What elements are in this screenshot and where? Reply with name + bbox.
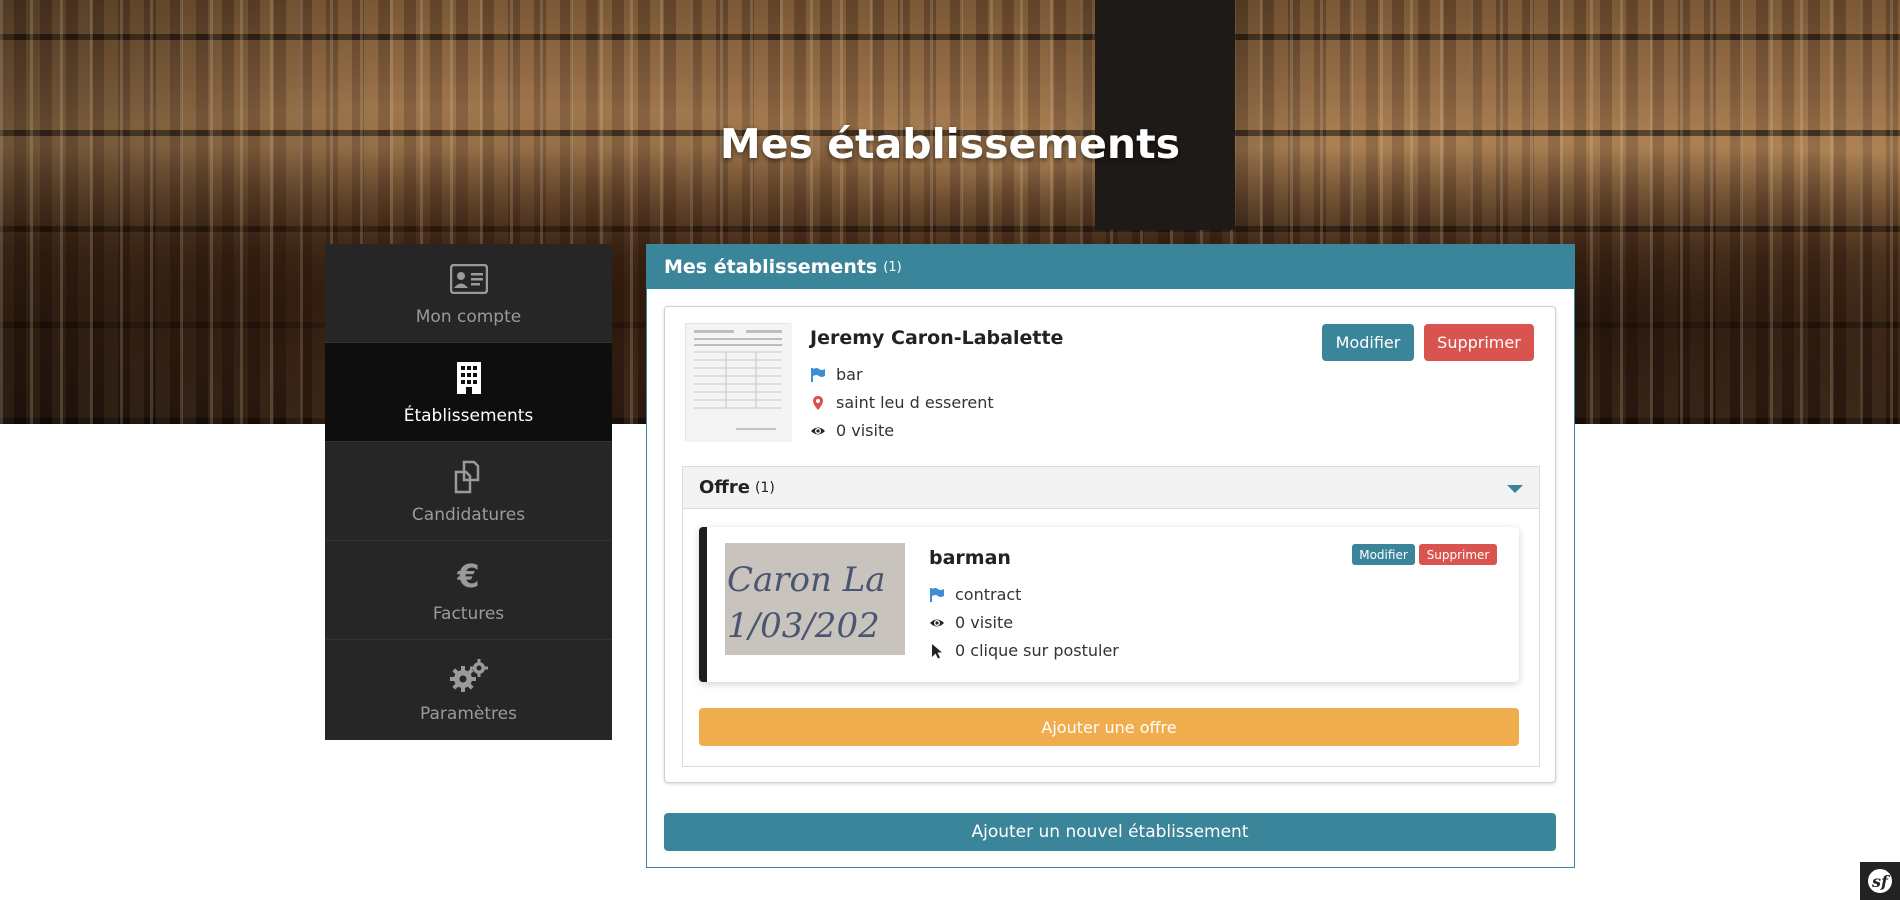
- symfony-debug-icon[interactable]: sf: [1860, 862, 1900, 900]
- delete-establishment-button[interactable]: Supprimer: [1424, 324, 1534, 361]
- establishment-name: Jeremy Caron-Labalette: [810, 327, 1064, 349]
- panel-count: (1): [883, 259, 902, 275]
- eye-icon: [930, 619, 944, 626]
- copy-icon: [452, 457, 486, 497]
- hero-chalkboard: [1095, 0, 1235, 230]
- offer-thumbnail: Caron La 1/03/202: [725, 543, 905, 655]
- flag-icon: [930, 587, 944, 602]
- caret-down-icon[interactable]: [1507, 485, 1523, 493]
- sidebar-item-label: Établissements: [403, 406, 534, 426]
- sidebar-item-mon-compte[interactable]: Mon compte: [325, 244, 612, 343]
- sidebar-item-factures[interactable]: € Factures: [325, 541, 612, 640]
- edit-offer-button[interactable]: Modifier: [1352, 544, 1415, 565]
- offer-thumbnail-text-1: Caron La: [727, 560, 886, 600]
- delete-offer-button[interactable]: Supprimer: [1419, 544, 1497, 565]
- add-establishment-button[interactable]: Ajouter un nouvel établissement: [664, 813, 1556, 851]
- establishment-type: bar: [836, 365, 863, 384]
- establishment-city: saint leu d esserent: [836, 393, 994, 412]
- add-offer-button[interactable]: Ajouter une offre: [699, 708, 1519, 746]
- flag-icon: [811, 367, 825, 382]
- establishment-thumbnail: [685, 323, 792, 442]
- sidebar-item-label: Paramètres: [420, 703, 517, 724]
- edit-establishment-button[interactable]: Modifier: [1322, 324, 1414, 361]
- euro-icon: €: [457, 557, 480, 595]
- offers-accordion-header[interactable]: Offre (1): [683, 467, 1539, 509]
- establishment-type-row: bar: [810, 365, 863, 384]
- establishments-panel: Mes établissements (1) Jeremy Caron-Laba…: [646, 244, 1575, 868]
- offer-clicks-row: 0 clique sur postuler: [929, 641, 1119, 660]
- sidebar-item-label: Candidatures: [411, 505, 526, 525]
- page-title: Mes établissements: [719, 120, 1181, 168]
- offers-title: Offre: [699, 477, 750, 498]
- panel-header: Mes établissements (1): [647, 245, 1574, 289]
- gears-icon: [449, 656, 488, 696]
- establishment-city-row: saint leu d esserent: [810, 393, 994, 412]
- offer-thumbnail-text-2: 1/03/202: [727, 606, 880, 646]
- establishment-card: Jeremy Caron-Labalette bar saint leu d e…: [664, 306, 1556, 783]
- establishment-visits-row: 0 visite: [810, 421, 894, 440]
- sidebar-item-candidatures[interactable]: Candidatures: [325, 442, 612, 541]
- offers-count: (1): [754, 479, 775, 496]
- establishment-visits: 0 visite: [836, 421, 895, 440]
- map-marker-icon: [813, 395, 823, 410]
- sidebar: Mon compte Établissements Candidatures €…: [325, 244, 612, 740]
- offer-title: barman: [929, 547, 1011, 569]
- offer-visits-row: 0 visite: [929, 613, 1013, 632]
- offer-visits: 0 visite: [955, 613, 1014, 632]
- offer-contract: contract: [955, 585, 1022, 604]
- panel-title: Mes établissements: [664, 256, 878, 278]
- offer-card: Caron La 1/03/202 barman contract 0 visi…: [699, 527, 1519, 682]
- sidebar-item-label: Mon compte: [415, 307, 522, 327]
- offers-section: Offre (1) Caron La 1/03/202 barman contr…: [682, 466, 1540, 767]
- offer-contract-row: contract: [929, 585, 1021, 604]
- sidebar-item-etablissements[interactable]: Établissements: [325, 343, 612, 442]
- id-card-icon: [449, 259, 488, 299]
- sidebar-item-parametres[interactable]: Paramètres: [325, 640, 612, 739]
- mouse-pointer-icon: [932, 643, 942, 658]
- sidebar-item-label: Factures: [432, 604, 505, 624]
- eye-icon: [811, 427, 825, 434]
- building-icon: [455, 358, 483, 398]
- offer-clicks: 0 clique sur postuler: [955, 641, 1119, 660]
